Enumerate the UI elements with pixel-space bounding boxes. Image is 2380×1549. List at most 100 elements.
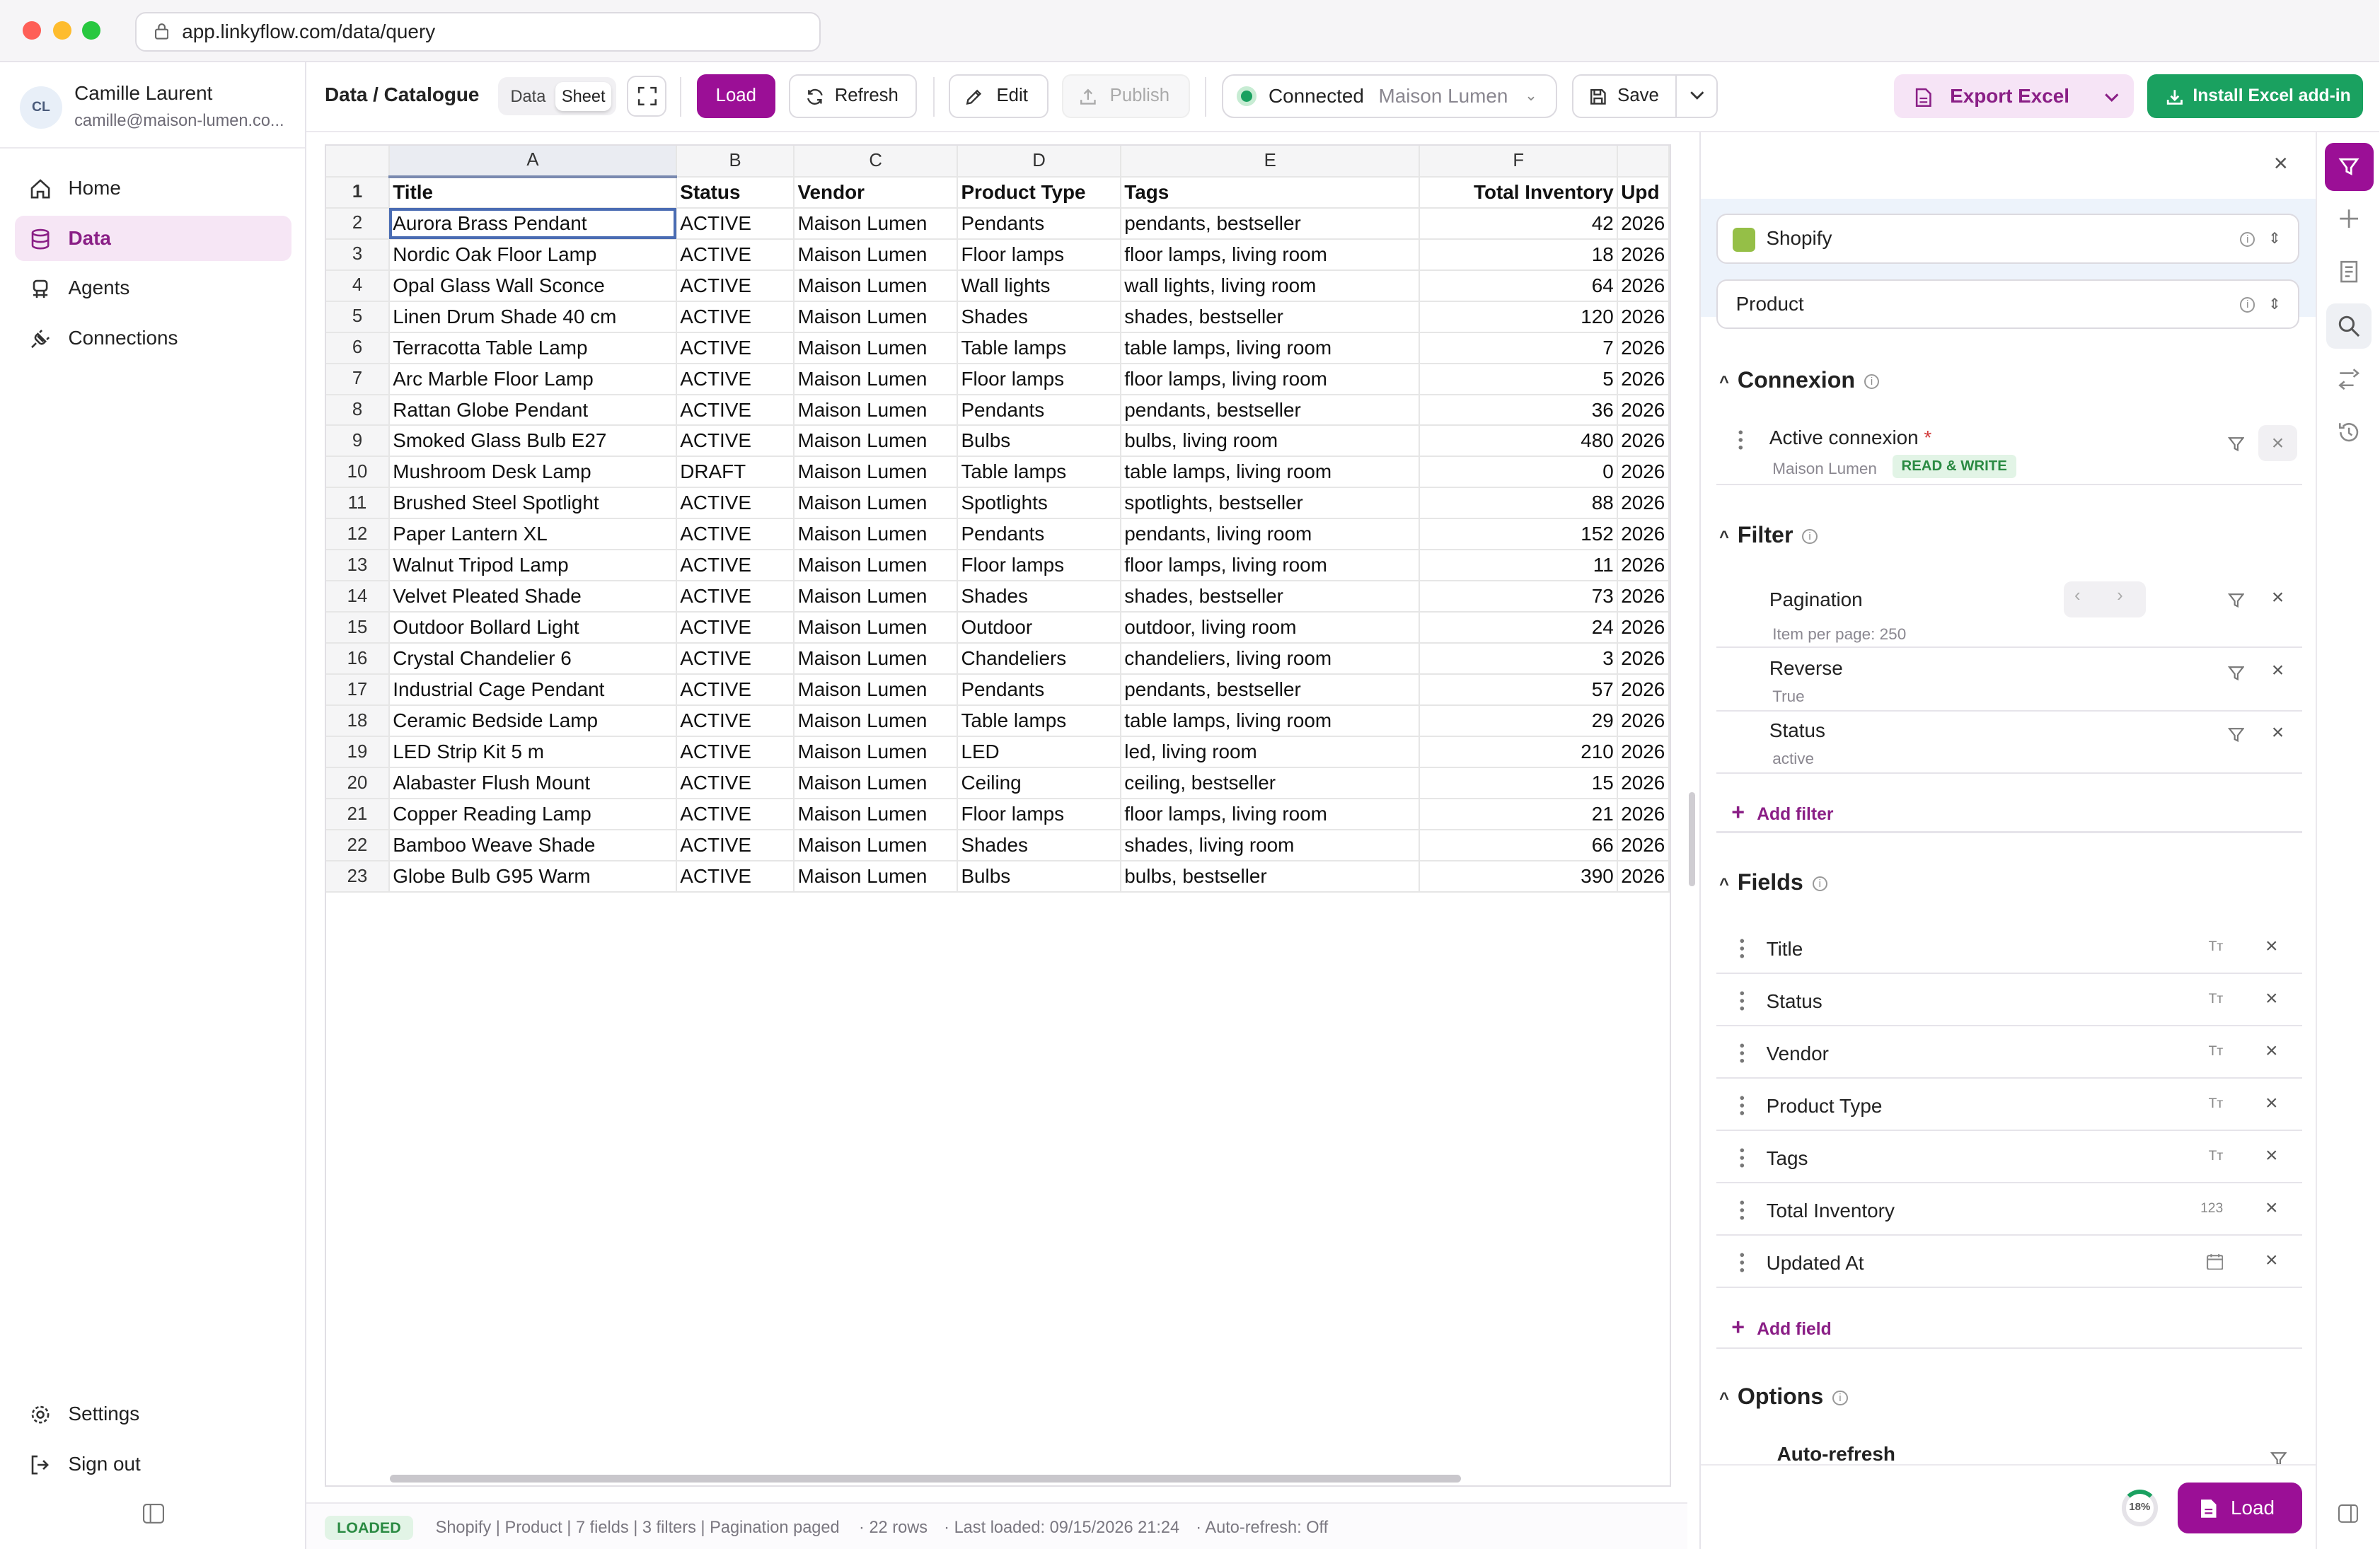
- header-cell[interactable]: Tags: [1120, 176, 1421, 209]
- remove-filter-icon[interactable]: ×: [2267, 659, 2288, 683]
- remove-field-icon[interactable]: ×: [2265, 1091, 2278, 1115]
- drag-handle-icon[interactable]: [1738, 429, 1744, 451]
- table-cell[interactable]: Alabaster Flush Mount: [388, 767, 677, 800]
- add-field-button[interactable]: + Add field: [1731, 1314, 1831, 1340]
- table-cell[interactable]: LED: [957, 736, 1121, 769]
- table-cell[interactable]: floor lamps, living room: [1120, 363, 1421, 395]
- table-cell[interactable]: Outdoor Bollard Light: [388, 612, 677, 644]
- table-cell[interactable]: Smoked Glass Bulb E27: [388, 425, 677, 458]
- close-panel-icon[interactable]: ×: [2270, 150, 2292, 178]
- header-cell[interactable]: Upd: [1617, 176, 1670, 209]
- previous-page-icon[interactable]: ‹: [2074, 586, 2081, 606]
- table-cell[interactable]: Aurora Brass Pendant: [388, 207, 677, 240]
- table-cell[interactable]: Maison Lumen: [794, 736, 959, 769]
- row-number[interactable]: 1: [326, 176, 390, 209]
- table-cell[interactable]: 2026: [1617, 643, 1670, 675]
- table-cell[interactable]: pendants, bestseller: [1120, 674, 1421, 707]
- table-cell[interactable]: bulbs, living room: [1120, 425, 1421, 458]
- table-cell[interactable]: 2026: [1617, 830, 1670, 862]
- table-cell[interactable]: Table lamps: [957, 705, 1121, 738]
- table-cell[interactable]: Maison Lumen: [794, 487, 959, 520]
- fullscreen-button[interactable]: [626, 76, 666, 117]
- remove-field-icon[interactable]: ×: [2265, 1248, 2278, 1272]
- table-cell[interactable]: 24: [1419, 612, 1619, 644]
- history-icon[interactable]: [2337, 420, 2361, 444]
- column-header[interactable]: [1617, 145, 1670, 178]
- table-cell[interactable]: 2026: [1617, 767, 1670, 800]
- table-cell[interactable]: 7: [1419, 332, 1619, 364]
- table-cell[interactable]: Maison Lumen: [794, 861, 959, 893]
- load-button[interactable]: Load: [696, 74, 776, 119]
- source-select[interactable]: Shopify i ⇕: [1716, 214, 2299, 265]
- table-cell[interactable]: Globe Bulb G95 Warm: [388, 861, 677, 893]
- table-cell[interactable]: 390: [1419, 861, 1619, 893]
- table-cell[interactable]: Bulbs: [957, 861, 1121, 893]
- table-cell[interactable]: shades, living room: [1120, 830, 1421, 862]
- table-cell[interactable]: ACTIVE: [676, 238, 795, 271]
- table-cell[interactable]: ACTIVE: [676, 550, 795, 582]
- sidebar-item-connections[interactable]: Connections: [15, 315, 291, 361]
- table-cell[interactable]: Maison Lumen: [794, 363, 959, 395]
- column-header[interactable]: B: [676, 145, 795, 178]
- table-cell[interactable]: table lamps, living room: [1120, 456, 1421, 489]
- table-cell[interactable]: floor lamps, living room: [1120, 799, 1421, 831]
- table-cell[interactable]: Table lamps: [957, 456, 1121, 489]
- row-number[interactable]: 9: [326, 425, 390, 458]
- table-cell[interactable]: 5: [1419, 363, 1619, 395]
- table-cell[interactable]: ACTIVE: [676, 425, 795, 458]
- header-cell[interactable]: Status: [676, 176, 795, 209]
- drag-handle-icon[interactable]: [1739, 1095, 1745, 1116]
- table-cell[interactable]: 57: [1419, 674, 1619, 707]
- table-cell[interactable]: pendants, bestseller: [1120, 394, 1421, 427]
- table-cell[interactable]: 2026: [1617, 487, 1670, 520]
- table-cell[interactable]: 2026: [1617, 301, 1670, 333]
- table-cell[interactable]: 2026: [1617, 332, 1670, 364]
- table-cell[interactable]: 2026: [1617, 456, 1670, 489]
- row-number[interactable]: 14: [326, 581, 390, 613]
- table-cell[interactable]: Bamboo Weave Shade: [388, 830, 677, 862]
- table-cell[interactable]: outdoor, living room: [1120, 612, 1421, 644]
- table-cell[interactable]: Maison Lumen: [794, 705, 959, 738]
- table-cell[interactable]: 2026: [1617, 581, 1670, 613]
- sidebar-item-settings[interactable]: Settings: [15, 1391, 291, 1437]
- table-cell[interactable]: 36: [1419, 394, 1619, 427]
- field-row[interactable]: Updated At ×: [1716, 1236, 2302, 1289]
- table-cell[interactable]: 15: [1419, 767, 1619, 800]
- sidebar-item-sign-out[interactable]: Sign out: [15, 1441, 291, 1487]
- table-cell[interactable]: 2026: [1617, 736, 1670, 769]
- column-header[interactable]: F: [1419, 145, 1619, 178]
- save-button[interactable]: Save: [1572, 74, 1677, 119]
- table-cell[interactable]: Bulbs: [957, 425, 1121, 458]
- table-cell[interactable]: Linen Drum Shade 40 cm: [388, 301, 677, 333]
- row-number[interactable]: 3: [326, 238, 390, 271]
- field-row[interactable]: Total Inventory 123 ×: [1716, 1184, 2302, 1236]
- table-cell[interactable]: 480: [1419, 425, 1619, 458]
- column-header[interactable]: E: [1120, 145, 1421, 178]
- connection-selector[interactable]: Connected Maison Lumen ⌄: [1221, 74, 1557, 119]
- table-cell[interactable]: ACTIVE: [676, 518, 795, 551]
- header-cell[interactable]: Product Type: [957, 176, 1121, 209]
- remove-field-icon[interactable]: ×: [2265, 1039, 2278, 1063]
- corner-cell[interactable]: [326, 145, 390, 178]
- publish-button[interactable]: Publish: [1062, 74, 1190, 119]
- row-number[interactable]: 21: [326, 799, 390, 831]
- row-number[interactable]: 17: [326, 674, 390, 707]
- table-cell[interactable]: Pendants: [957, 207, 1121, 240]
- row-number[interactable]: 20: [326, 767, 390, 800]
- table-cell[interactable]: Maison Lumen: [794, 674, 959, 707]
- remove-field-icon[interactable]: ×: [2265, 934, 2278, 958]
- table-cell[interactable]: ACTIVE: [676, 581, 795, 613]
- table-cell[interactable]: Maison Lumen: [794, 799, 959, 831]
- row-number[interactable]: 12: [326, 518, 390, 551]
- table-cell[interactable]: Maison Lumen: [794, 612, 959, 644]
- table-cell[interactable]: ACTIVE: [676, 487, 795, 520]
- table-cell[interactable]: 21: [1419, 799, 1619, 831]
- drag-handle-icon[interactable]: [1739, 1043, 1745, 1064]
- table-cell[interactable]: Maison Lumen: [794, 581, 959, 613]
- table-cell[interactable]: ACTIVE: [676, 705, 795, 738]
- table-cell[interactable]: ACTIVE: [676, 269, 795, 302]
- table-cell[interactable]: 2026: [1617, 363, 1670, 395]
- table-cell[interactable]: 2026: [1617, 207, 1670, 240]
- minimize-window-button[interactable]: [53, 21, 71, 40]
- table-cell[interactable]: ACTIVE: [676, 301, 795, 333]
